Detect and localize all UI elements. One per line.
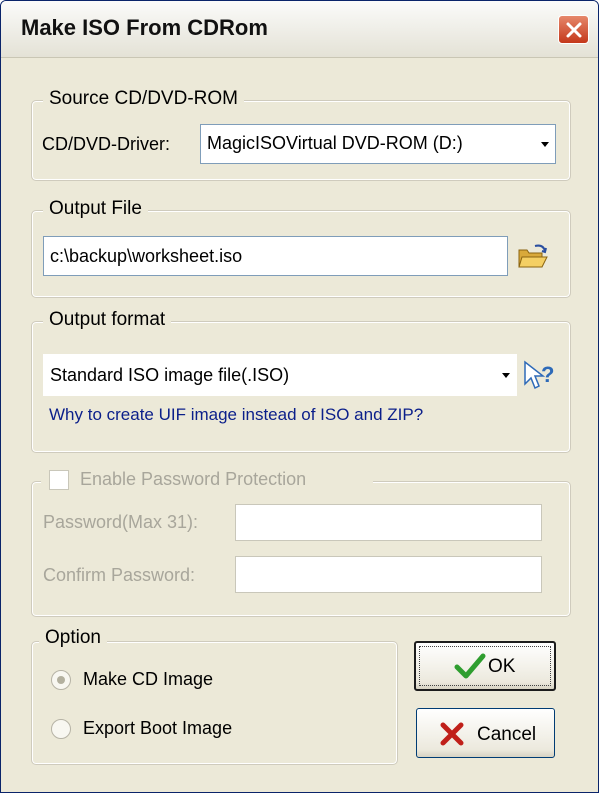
close-button[interactable] [558,15,589,44]
chevron-down-icon[interactable] [541,142,549,147]
output-format-legend: Output format [43,309,172,331]
cancel-x-icon [440,722,464,746]
enable-password-checkbox[interactable] [49,470,69,490]
title-bar[interactable]: Make ISO From CDRom [1,1,598,58]
export-boot-image-radio[interactable] [51,719,71,739]
close-icon [566,22,582,38]
confirm-password-label: Confirm Password: [43,565,196,585]
checkmark-icon [454,653,486,679]
uif-info-link[interactable]: Why to create UIF image instead of ISO a… [49,405,423,425]
output-format-dropdown[interactable]: Standard ISO image file(.ISO) [43,354,517,396]
format-help-button[interactable]: ? [521,358,555,392]
ok-button[interactable]: OK [414,641,556,691]
option-legend: Option [39,627,107,649]
make-iso-dialog: Make ISO From CDRom Source CD/DVD-ROM CD… [0,0,599,793]
password-label: Password(Max 31): [43,512,199,532]
output-format-value: Standard ISO image file(.ISO) [50,365,290,385]
folder-open-icon [518,244,548,268]
make-cd-image-radio[interactable] [51,670,71,690]
output-file-legend: Output File [43,198,148,220]
password-input[interactable] [235,504,542,541]
option-group [31,641,398,765]
driver-label: CD/DVD-Driver: [42,134,170,154]
source-legend: Source CD/DVD-ROM [43,88,244,110]
driver-value: MagicISOVirtual DVD-ROM (D:) [207,133,463,153]
confirm-password-input[interactable] [235,556,542,593]
cancel-label: Cancel [477,724,537,745]
svg-text:?: ? [541,362,554,387]
chevron-down-icon[interactable] [502,373,510,378]
cancel-button[interactable]: Cancel [416,708,555,758]
ok-label: OK [488,656,516,677]
window-title: Make ISO From CDRom [21,15,268,40]
driver-dropdown[interactable]: MagicISOVirtual DVD-ROM (D:) [200,124,556,164]
password-group [31,481,571,617]
cursor-help-icon: ? [524,360,554,390]
browse-button[interactable] [516,240,550,274]
make-cd-image-label: Make CD Image [83,669,214,689]
enable-password-label: Enable Password Protection [80,469,307,489]
export-boot-image-label: Export Boot Image [83,718,233,738]
output-file-path-input[interactable] [43,236,508,276]
